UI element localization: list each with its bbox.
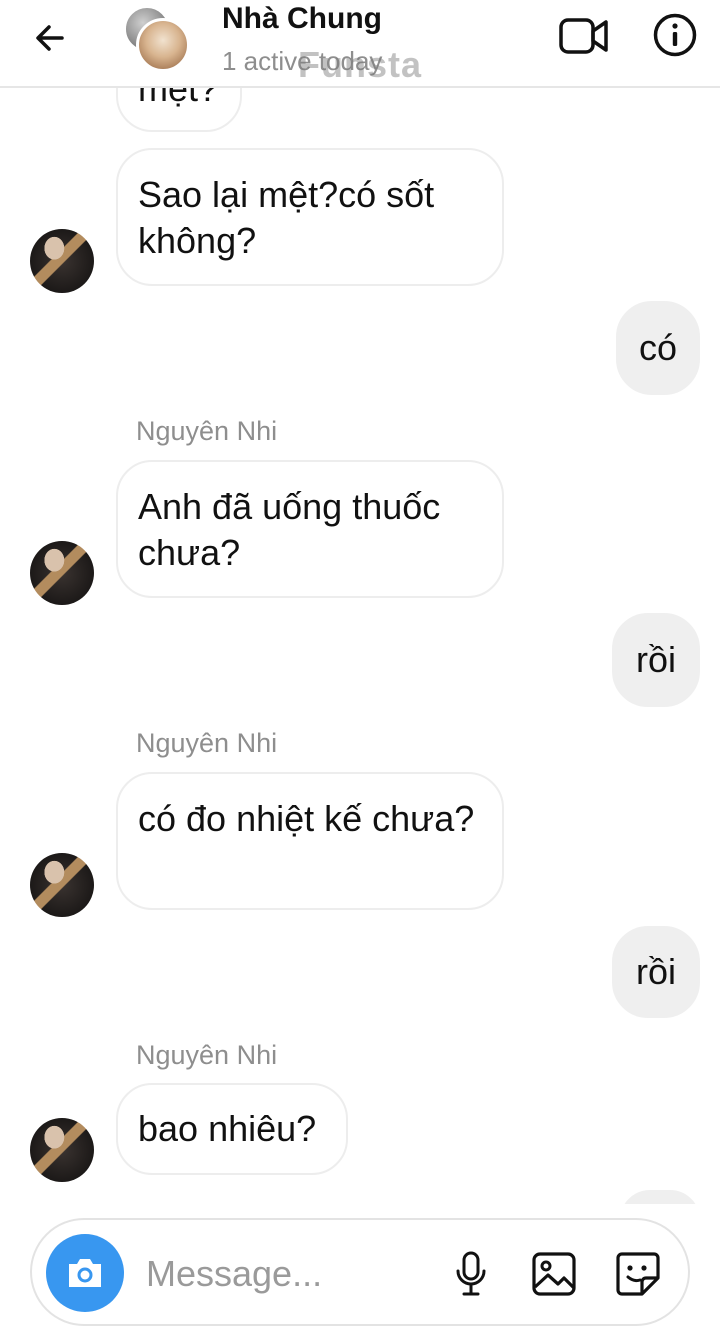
- group-avatar-front: [136, 18, 190, 72]
- message-text: có: [638, 327, 678, 368]
- message-list[interactable]: mệt? Sao lại mệt?có sốt không? có Nguyên…: [0, 88, 720, 1204]
- message-bubble-sent-partial[interactable]: [620, 1190, 700, 1204]
- sender-name: Nguyên Nhi: [136, 1040, 278, 1070]
- info-icon: [653, 13, 697, 57]
- message-text: bao nhiêu?: [138, 1108, 317, 1149]
- arrow-left-icon: [36, 25, 64, 51]
- message-bubble-received[interactable]: có đo nhiệt kế chưa?: [116, 772, 504, 910]
- sticker-button[interactable]: [610, 1246, 666, 1302]
- message-input[interactable]: [146, 1246, 436, 1302]
- sender-avatar[interactable]: [30, 1118, 94, 1182]
- sender-avatar[interactable]: [30, 853, 94, 917]
- voice-message-button[interactable]: [450, 1246, 492, 1302]
- camera-icon: [69, 1259, 101, 1287]
- video-call-button[interactable]: [556, 10, 612, 62]
- gallery-button[interactable]: [528, 1246, 580, 1302]
- message-text: Sao lại mệt?có sốt không?: [138, 174, 435, 261]
- message-bubble-received[interactable]: Anh đã uống thuốc chưa?: [116, 460, 504, 598]
- chat-title[interactable]: Nhà Chung: [222, 2, 382, 36]
- message-bubble-received[interactable]: bao nhiêu?: [116, 1083, 348, 1175]
- sender-avatar[interactable]: [30, 541, 94, 605]
- message-bubble-sent[interactable]: rồi: [612, 926, 700, 1018]
- back-button[interactable]: [26, 14, 74, 62]
- message-text: có đo nhiệt kế chưa?: [138, 798, 475, 839]
- chat-header: Nhà Chung 1 active today Funsta: [0, 0, 720, 88]
- sticker-icon: [616, 1252, 660, 1296]
- message-bubble-sent[interactable]: rồi: [612, 613, 700, 707]
- message-text: mệt?: [138, 88, 219, 109]
- microphone-icon: [456, 1251, 486, 1296]
- watermark: Funsta: [298, 44, 423, 85]
- group-avatar[interactable]: [124, 6, 192, 72]
- message-bubble-sent[interactable]: có: [616, 301, 700, 395]
- message-bubble-received[interactable]: mệt?: [116, 88, 242, 132]
- sender-name: Nguyên Nhi: [136, 728, 278, 758]
- camera-button[interactable]: [46, 1234, 124, 1312]
- sender-avatar[interactable]: [30, 229, 94, 293]
- image-icon: [532, 1252, 576, 1296]
- message-text: rồi: [635, 639, 676, 680]
- message-bubble-received[interactable]: Sao lại mệt?có sốt không?: [116, 148, 504, 286]
- message-text: Anh đã uống thuốc chưa?: [138, 486, 441, 573]
- message-text: rồi: [635, 951, 676, 992]
- sender-name: Nguyên Nhi: [136, 416, 278, 446]
- message-composer: [30, 1218, 690, 1326]
- video-camera-icon: [559, 18, 608, 54]
- info-button[interactable]: [650, 10, 700, 60]
